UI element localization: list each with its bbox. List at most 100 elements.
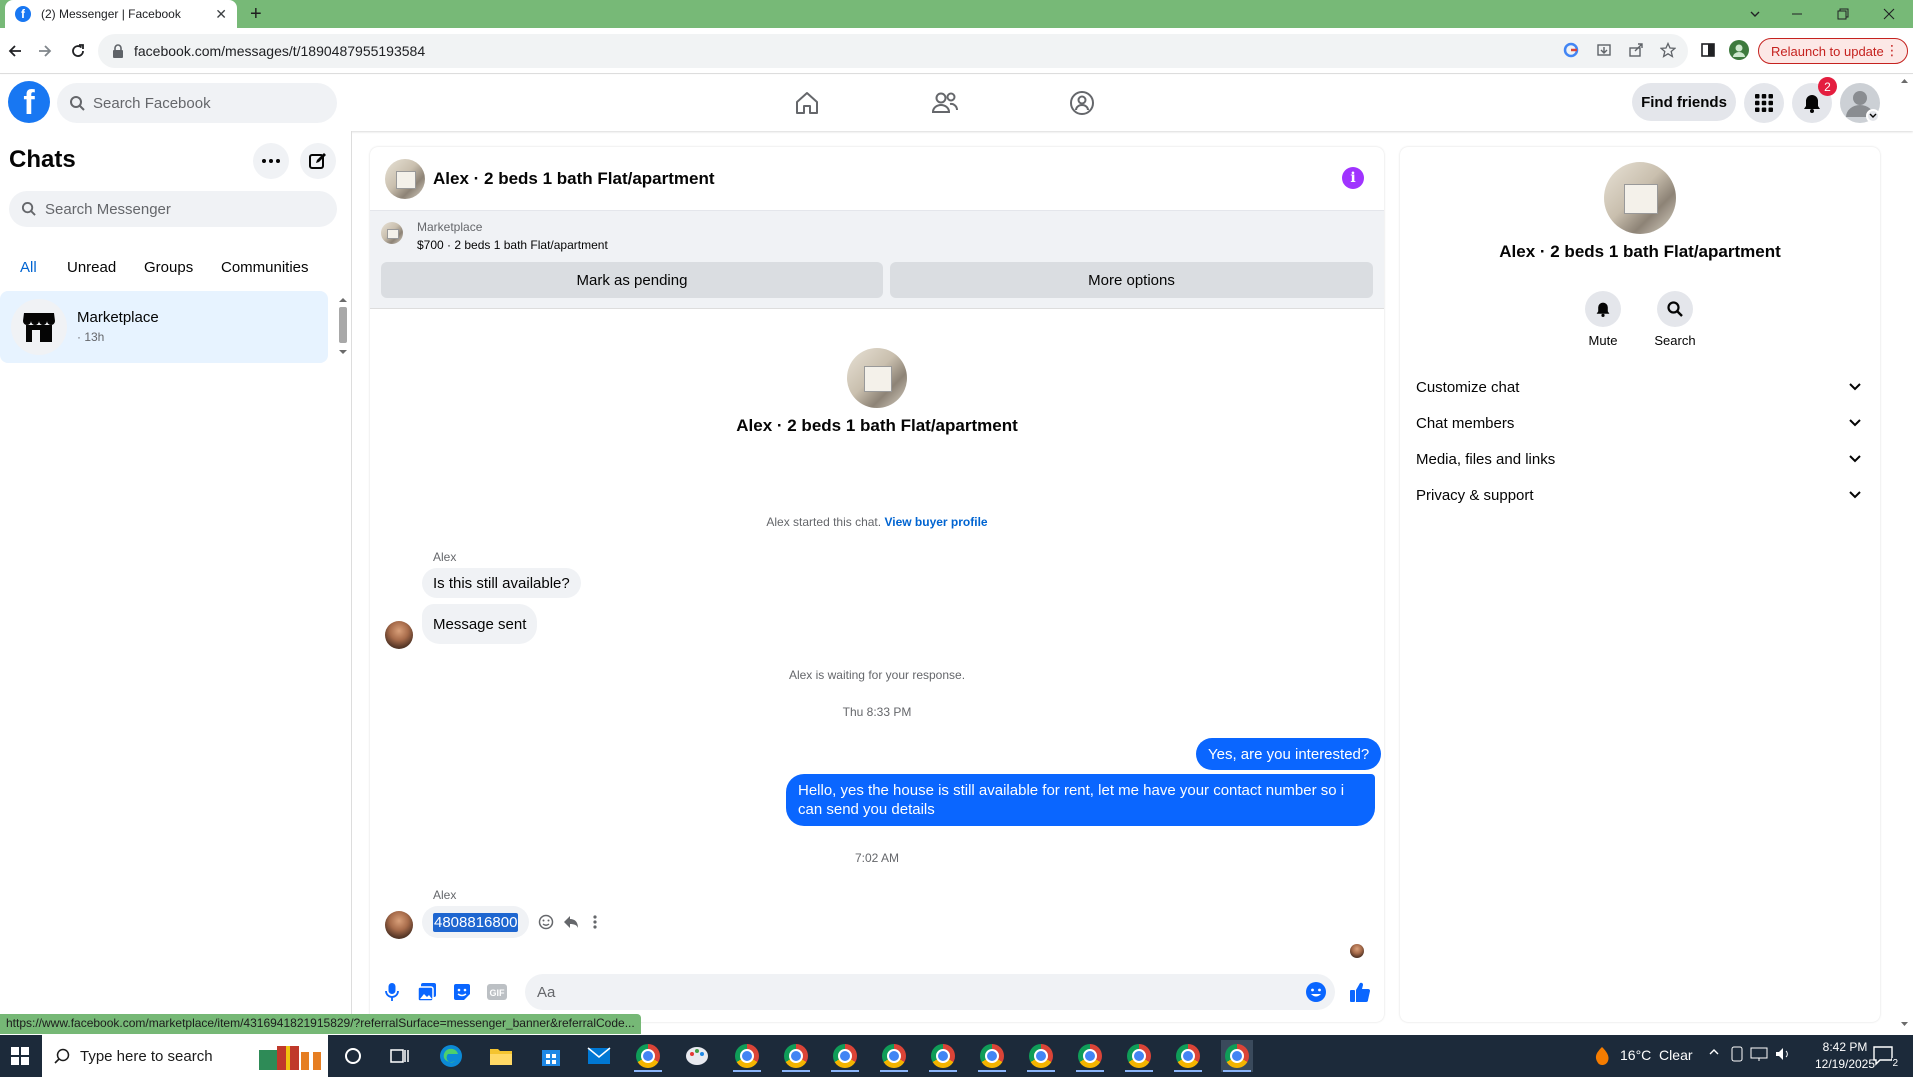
home-icon[interactable] <box>791 87 823 119</box>
conversation-info-icon[interactable]: i <box>1342 167 1364 189</box>
chrome-taskbar-icon[interactable] <box>878 1040 910 1072</box>
friends-icon[interactable] <box>929 87 961 119</box>
network-icon[interactable] <box>1750 1046 1768 1062</box>
new-message-compose-icon[interactable] <box>300 143 336 179</box>
chrome-taskbar-icon[interactable] <box>780 1040 812 1072</box>
tab-search-chevron-icon[interactable] <box>1732 0 1778 28</box>
account-chevron-down-icon[interactable] <box>1866 109 1880 123</box>
paint-app-icon[interactable] <box>681 1040 713 1072</box>
new-tab-button[interactable]: + <box>250 3 262 26</box>
incoming-message-bubble[interactable]: Is this still available? <box>422 568 581 598</box>
chrome-profile-icon[interactable] <box>1728 39 1750 61</box>
filter-tab-all[interactable]: All <box>8 249 49 285</box>
chrome-taskbar-icon[interactable] <box>1074 1040 1106 1072</box>
media-files-links-section[interactable]: Media, files and links <box>1416 441 1872 477</box>
facebook-logo-icon[interactable]: f <box>8 81 50 123</box>
chrome-taskbar-icon[interactable] <box>1025 1040 1057 1072</box>
thumbs-up-like-icon[interactable] <box>1348 980 1372 1004</box>
volume-icon[interactable] <box>1774 1046 1792 1062</box>
share-icon[interactable] <box>1625 39 1647 61</box>
weather-icon[interactable] <box>1590 1045 1614 1067</box>
more-options-button[interactable]: More options <box>890 262 1373 298</box>
chrome-taskbar-icon[interactable] <box>1221 1040 1253 1072</box>
view-buyer-profile-link[interactable]: View buyer profile <box>884 515 987 529</box>
back-arrow-icon[interactable] <box>3 39 27 63</box>
chrome-taskbar-icon[interactable] <box>976 1040 1008 1072</box>
sticker-icon[interactable] <box>450 980 474 1004</box>
sender-avatar[interactable] <box>385 621 413 649</box>
taskbar-clock[interactable]: 8:42 PM 12/19/2025 <box>1810 1039 1880 1073</box>
search-in-conversation-button[interactable]: Search <box>1645 291 1705 348</box>
microphone-icon[interactable] <box>380 980 404 1004</box>
show-hidden-icons-chevron-icon[interactable] <box>1708 1046 1720 1058</box>
forward-arrow-icon[interactable] <box>33 39 57 63</box>
messenger-search-input[interactable]: Search Messenger <box>9 191 337 227</box>
selected-phone-number[interactable]: 4808816800 <box>433 912 519 932</box>
microsoft-store-icon[interactable] <box>535 1040 567 1072</box>
react-emoji-icon[interactable] <box>535 911 557 933</box>
chrome-taskbar-icon[interactable] <box>829 1040 861 1072</box>
minimize-window-button[interactable] <box>1774 0 1820 28</box>
reload-icon[interactable] <box>66 39 90 63</box>
outgoing-message-bubble[interactable]: Yes, are you interested? <box>1196 738 1382 770</box>
facebook-search-input[interactable]: Search Facebook <box>57 83 337 123</box>
lock-icon[interactable] <box>112 44 124 58</box>
close-tab-icon[interactable]: ✕ <box>215 6 227 23</box>
chrome-taskbar-icon[interactable] <box>1172 1040 1204 1072</box>
listing-thumbnail[interactable] <box>381 222 403 244</box>
side-panel-icon[interactable] <box>1697 39 1719 61</box>
customize-chat-section[interactable]: Customize chat <box>1416 369 1872 405</box>
chrome-taskbar-icon[interactable] <box>927 1040 959 1072</box>
install-app-icon[interactable] <box>1593 39 1615 61</box>
conversation-title[interactable]: Alex · 2 beds 1 bath Flat/apartment <box>433 169 715 189</box>
gif-icon[interactable]: GIF <box>485 980 509 1004</box>
meet-now-icon[interactable] <box>1730 1046 1744 1062</box>
chat-list-scrollbar[interactable] <box>336 293 350 359</box>
mark-as-pending-button[interactable]: Mark as pending <box>381 262 883 298</box>
close-window-button[interactable] <box>1866 0 1912 28</box>
weather-text[interactable]: 16°C Clear <box>1620 1047 1693 1063</box>
filter-tab-communities[interactable]: Communities <box>209 249 321 285</box>
action-center-icon[interactable]: 2 <box>1872 1044 1898 1069</box>
groups-icon[interactable] <box>1066 87 1098 119</box>
file-explorer-icon[interactable] <box>485 1040 517 1072</box>
windows-start-icon[interactable] <box>0 1035 40 1077</box>
task-view-icon[interactable] <box>384 1040 416 1072</box>
google-lens-icon[interactable] <box>1560 39 1582 61</box>
mail-icon[interactable] <box>583 1040 615 1072</box>
chat-list-item[interactable]: Marketplace · 13h <box>0 291 328 363</box>
filter-tab-unread[interactable]: Unread <box>55 249 128 285</box>
section-label: Privacy & support <box>1416 486 1534 504</box>
chrome-taskbar-icon[interactable] <box>1123 1040 1155 1072</box>
filter-tab-groups[interactable]: Groups <box>132 249 205 285</box>
outgoing-message-bubble[interactable]: Hello, yes the house is still available … <box>786 774 1375 826</box>
chat-members-section[interactable]: Chat members <box>1416 405 1872 441</box>
incoming-message-bubble[interactable]: Message sent <box>422 604 538 644</box>
message-input[interactable]: Aa <box>525 974 1335 1010</box>
message-more-options-icon[interactable] <box>584 911 606 933</box>
relaunch-to-update-button[interactable]: Relaunch to update ⋮ <box>1758 38 1908 64</box>
cortana-icon[interactable] <box>337 1040 369 1072</box>
find-friends-button[interactable]: Find friends <box>1632 83 1736 121</box>
taskbar-search-box[interactable]: Type here to search <box>42 1035 328 1077</box>
info-listing-avatar[interactable] <box>1604 162 1676 234</box>
emoji-picker-icon[interactable] <box>1305 981 1327 1003</box>
chrome-taskbar-icon[interactable] <box>731 1040 763 1072</box>
bookmark-star-icon[interactable] <box>1657 39 1679 61</box>
address-bar[interactable]: facebook.com/messages/t/1890487955193584 <box>98 34 1688 68</box>
restore-window-button[interactable] <box>1820 0 1866 28</box>
browser-tab[interactable]: f (2) Messenger | Facebook ✕ <box>5 0 237 28</box>
incoming-message-bubble[interactable]: 4808816800 <box>422 906 530 938</box>
listing-price-title[interactable]: $700 · 2 beds 1 bath Flat/apartment <box>417 238 608 252</box>
photo-gallery-icon[interactable] <box>415 980 439 1004</box>
mute-button[interactable]: Mute <box>1573 291 1633 348</box>
privacy-support-section[interactable]: Privacy & support <box>1416 477 1872 513</box>
listing-avatar[interactable] <box>385 159 425 199</box>
reply-arrow-icon[interactable] <box>560 911 582 933</box>
page-scrollbar[interactable] <box>1896 75 1913 1030</box>
menu-grid-icon[interactable] <box>1744 83 1784 123</box>
chrome-taskbar-icon[interactable] <box>632 1040 664 1072</box>
sender-avatar[interactable] <box>385 911 413 939</box>
edge-browser-icon[interactable] <box>435 1040 467 1072</box>
more-options-ellipsis-icon[interactable] <box>253 143 289 179</box>
